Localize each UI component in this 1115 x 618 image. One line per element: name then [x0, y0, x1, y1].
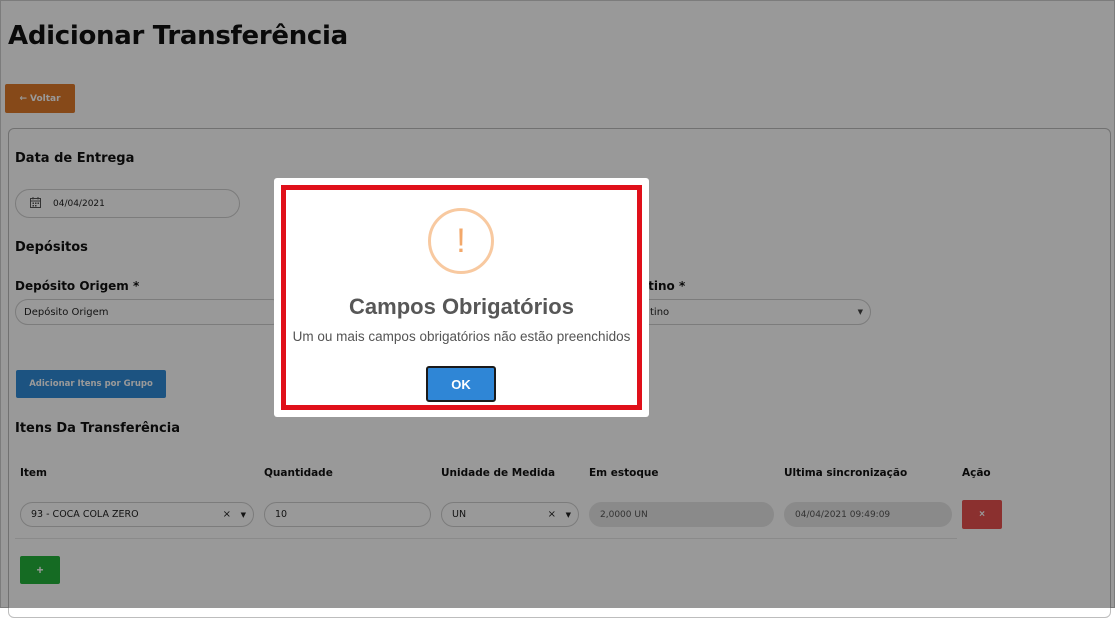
required-fields-dialog: ! Campos Obrigatórios Um ou mais campos … — [274, 178, 649, 417]
dialog-title: Campos Obrigatórios — [349, 294, 574, 319]
warning-icon: ! — [428, 208, 494, 274]
ok-button[interactable]: OK — [426, 366, 496, 402]
dialog-message: Um ou mais campos obrigatórios não estão… — [292, 329, 631, 344]
